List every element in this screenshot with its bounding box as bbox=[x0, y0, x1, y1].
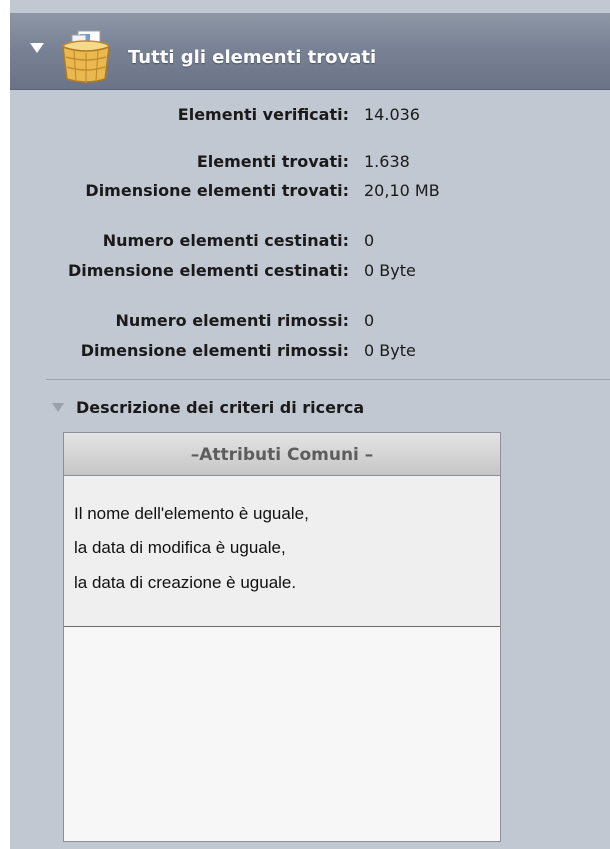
stat-label: Dimensione elementi rimossi: bbox=[80, 341, 349, 360]
criteria-line: Il nome dell'elemento è uguale, bbox=[74, 504, 309, 523]
stat-value: 0 Byte bbox=[364, 261, 416, 280]
stat-label: Dimensione elementi trovati: bbox=[85, 181, 349, 200]
stat-value: 0 bbox=[364, 231, 375, 250]
criteria-box: –Attributi Comuni – Il nome dell'element… bbox=[63, 432, 501, 842]
stat-value: 1.638 bbox=[364, 152, 410, 171]
stat-row: Dimensione elementi rimossi: 0 Byte bbox=[10, 341, 600, 365]
stat-value: 14.036 bbox=[364, 105, 420, 124]
stat-label: Dimensione elementi cestinati: bbox=[67, 261, 349, 280]
stat-value: 0 Byte bbox=[364, 341, 416, 360]
criteria-box-header: –Attributi Comuni – bbox=[64, 433, 500, 476]
basket-icon bbox=[62, 30, 110, 83]
results-header[interactable]: Tutti gli elementi trovati bbox=[10, 13, 610, 90]
stat-row: Dimensione elementi cestinati: 0 Byte bbox=[10, 261, 600, 285]
criteria-section-title[interactable]: Descrizione dei criteri di ricerca bbox=[76, 398, 364, 417]
stat-row: Dimensione elementi trovati: 20,10 MB bbox=[10, 181, 600, 205]
stat-row: Elementi trovati: 1.638 bbox=[10, 152, 600, 176]
stat-row: Numero elementi cestinati: 0 bbox=[10, 231, 600, 255]
disclosure-triangle-icon[interactable] bbox=[30, 43, 44, 53]
panel-left-border bbox=[0, 0, 10, 849]
criteria-line: la data di creazione è uguale. bbox=[74, 573, 297, 592]
criteria-line: la data di modifica è uguale, bbox=[74, 538, 286, 557]
results-panel: Tutti gli elementi trovati Elementi veri… bbox=[0, 0, 610, 849]
stat-value: 0 bbox=[364, 311, 375, 330]
stat-label: Elementi verificati: bbox=[177, 105, 349, 124]
stat-label: Numero elementi rimossi: bbox=[115, 311, 349, 330]
stat-label: Elementi trovati: bbox=[196, 152, 349, 171]
stat-row: Numero elementi rimossi: 0 bbox=[10, 311, 600, 335]
criteria-box-header-label: –Attributi Comuni – bbox=[190, 445, 374, 465]
stat-row: Elementi verificati: 14.036 bbox=[10, 105, 600, 129]
header-title: Tutti gli elementi trovati bbox=[128, 47, 377, 68]
stat-value: 20,10 MB bbox=[364, 181, 440, 200]
stat-label: Numero elementi cestinati: bbox=[102, 231, 349, 250]
criteria-list: Il nome dell'elemento è uguale, la data … bbox=[64, 476, 500, 627]
section-divider bbox=[46, 379, 610, 380]
disclosure-triangle-icon[interactable] bbox=[52, 403, 64, 412]
